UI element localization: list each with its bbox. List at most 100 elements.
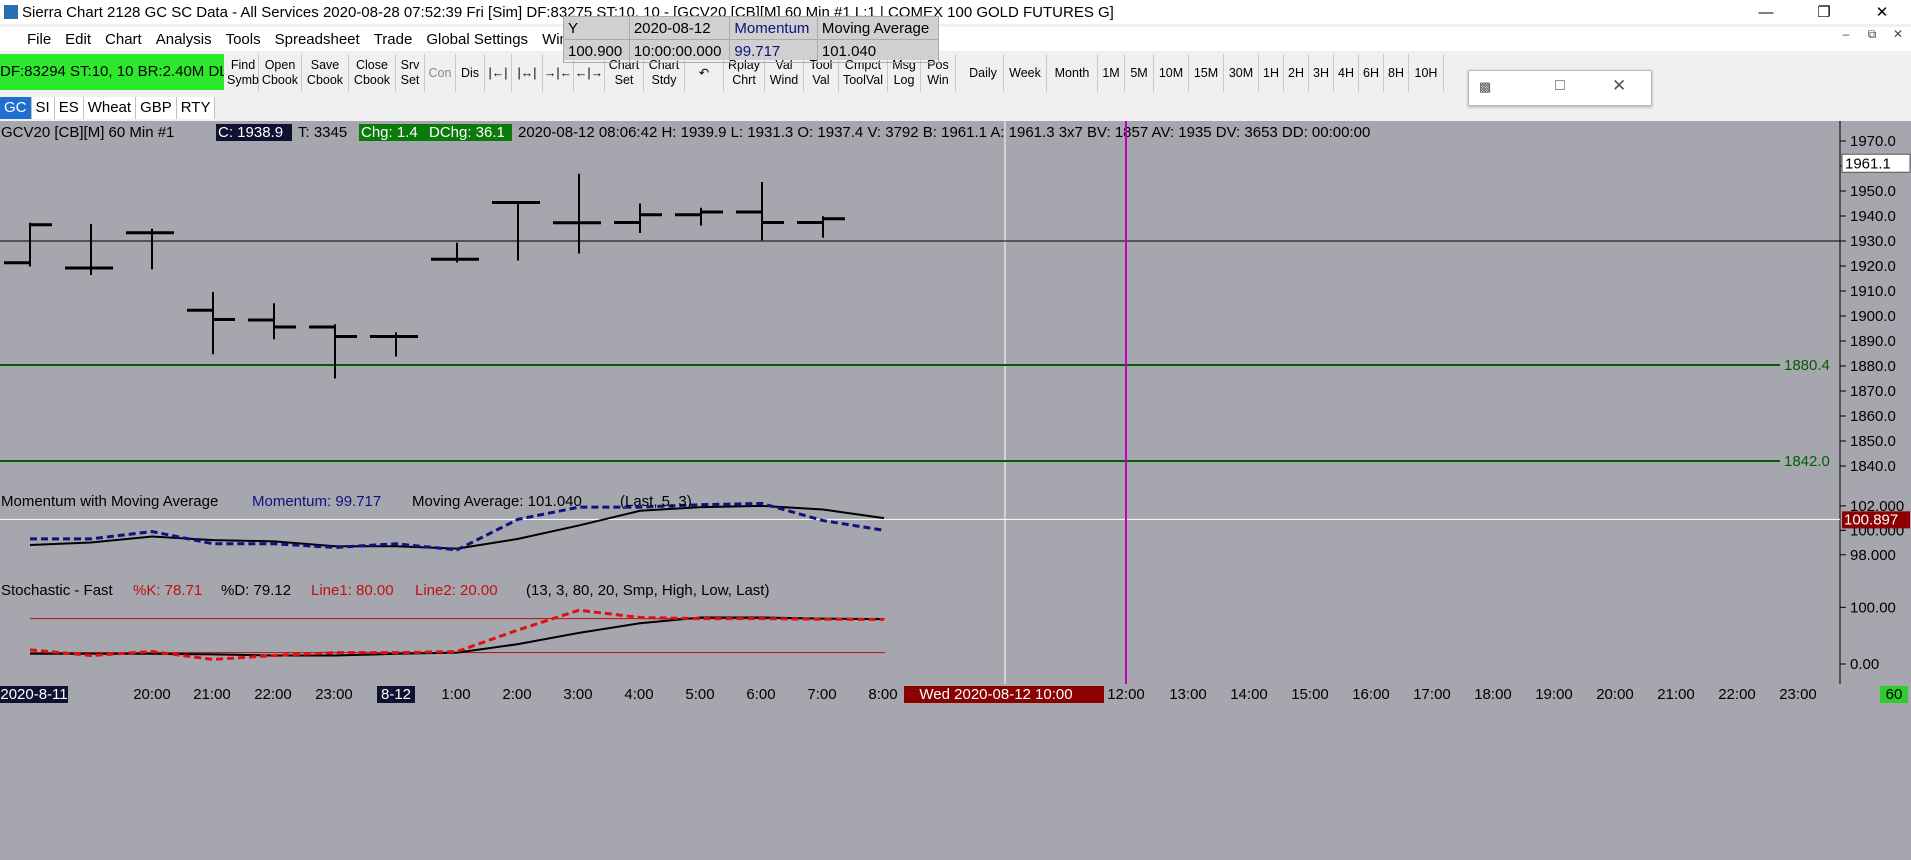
toolbar-button-label: |↔| xyxy=(517,65,537,80)
toolbar-button-label: Week xyxy=(1009,65,1041,80)
tab-es[interactable]: ES xyxy=(54,97,84,119)
restore-button[interactable]: ❐ xyxy=(1795,0,1853,24)
toolbar-button-33[interactable]: 8H xyxy=(1384,54,1409,92)
momentum-last-label: 100.897 xyxy=(1844,511,1898,528)
minimize-button[interactable]: — xyxy=(1737,0,1795,24)
toolbar-button-4[interactable]: Srv Set xyxy=(396,54,425,92)
toolbar-button-24[interactable]: 5M xyxy=(1125,54,1154,92)
toolbar-button-32[interactable]: 6H xyxy=(1359,54,1384,92)
x-tick-label: 15:00 xyxy=(1291,686,1329,703)
float-maximize-icon[interactable]: □ xyxy=(1555,77,1565,95)
x-tick-label: 8:00 xyxy=(868,686,897,703)
x-tick-label: 7:00 xyxy=(807,686,836,703)
toolbar-button-label: 10H xyxy=(1414,65,1438,80)
header-close: C: 1938.9 xyxy=(218,124,283,141)
toolbar-button-label: 1H xyxy=(1263,65,1279,80)
y-tick-label: 1910.0 xyxy=(1850,283,1896,300)
toolbar-button-label: 10M xyxy=(1158,65,1184,80)
tab-rty[interactable]: RTY xyxy=(176,97,216,119)
float-close-icon[interactable]: ✕ xyxy=(1612,76,1626,96)
toolbar-button-5[interactable]: Con xyxy=(425,54,456,92)
menu-chart[interactable]: Chart xyxy=(98,31,149,48)
toolbar-button-27[interactable]: 30M xyxy=(1224,54,1259,92)
toolbar-button-31[interactable]: 4H xyxy=(1334,54,1359,92)
x-tick-label: 19:00 xyxy=(1535,686,1573,703)
close-button[interactable]: ✕ xyxy=(1853,0,1911,24)
toolbar-button-label: 6H xyxy=(1363,65,1379,80)
momentum-legend-ma: Moving Average: 101.040 xyxy=(412,493,582,510)
toolbar-button-8[interactable]: |↔| xyxy=(512,54,543,92)
price-axis xyxy=(1840,121,1911,860)
toolbar-button-label: Open Cbook xyxy=(261,58,299,87)
menu-analysis[interactable]: Analysis xyxy=(149,31,219,48)
menu-global-settings[interactable]: Global Settings xyxy=(419,31,535,48)
toolbar-button-2[interactable]: Save Cbook xyxy=(302,54,349,92)
toolbar-button-label: 1M xyxy=(1102,65,1120,80)
toolbar-button-0[interactable]: Find Symb xyxy=(227,54,259,92)
header-dchg: DChg: 36.1 xyxy=(429,124,505,141)
y-tick-label: 1880.0 xyxy=(1850,358,1896,375)
toolbar-button-22[interactable]: Month xyxy=(1047,54,1098,92)
chart-svg[interactable]: GCV20 [CB][M] 60 Min #1 C: 1938.9 T: 334… xyxy=(0,121,1911,860)
toolbar-button-label: Find Symb xyxy=(227,58,259,87)
toolbar-button-label: Close Cbook xyxy=(353,58,391,87)
toolbar-button-34[interactable]: 10H xyxy=(1409,54,1444,92)
x-tick-label: 5:00 xyxy=(685,686,714,703)
tab-gbp[interactable]: GBP xyxy=(136,97,177,119)
toolbar-button-1[interactable]: Open Cbook xyxy=(259,54,302,92)
y-tick-label: 100.00 xyxy=(1850,599,1896,616)
x-tick-label: 23:00 xyxy=(315,686,353,703)
floating-window[interactable]: ▩ □ ✕ xyxy=(1468,70,1652,106)
x-tick-label: 22:00 xyxy=(1718,686,1756,703)
mdi-restore-icon[interactable]: ⧉ xyxy=(1859,27,1885,42)
toolbar-button-label: Srv Set xyxy=(400,58,420,87)
tooltip-momentum-value: 99.717 xyxy=(729,39,818,63)
stoch-legend-d: %D: 79.12 xyxy=(221,582,291,599)
x-tick-label: 8-12 xyxy=(381,686,411,703)
x-tick-label: 20:00 xyxy=(133,686,171,703)
toolbar-button-23[interactable]: 1M xyxy=(1098,54,1125,92)
toolbar-button-21[interactable]: Week xyxy=(1004,54,1047,92)
x-tick-label: 12:00 xyxy=(1107,686,1145,703)
menu-trade[interactable]: Trade xyxy=(367,31,420,48)
toolbar-button-label: Con xyxy=(428,65,452,80)
connection-status: DF:83294 ST:10, 10 BR:2.40M DL: xyxy=(0,54,224,90)
x-tick-label: 13:00 xyxy=(1169,686,1207,703)
y-tick-label: 1870.0 xyxy=(1850,383,1896,400)
header-ticks: T: 3345 xyxy=(298,124,347,141)
menu-file[interactable]: File xyxy=(20,31,58,48)
toolbar-button-label: ←|→ xyxy=(574,65,604,80)
toolbar-button-20[interactable]: Daily xyxy=(963,54,1004,92)
menu-spreadsheet[interactable]: Spreadsheet xyxy=(268,31,367,48)
toolbar-button-label: 4H xyxy=(1338,65,1354,80)
toolbar-button-29[interactable]: 2H xyxy=(1284,54,1309,92)
ma-line xyxy=(29,504,885,550)
toolbar-button-label: 8H xyxy=(1388,65,1404,80)
stoch-legend-name: Stochastic - Fast xyxy=(1,582,114,599)
toolbar-button-26[interactable]: 15M xyxy=(1189,54,1224,92)
toolbar-button-label: Month xyxy=(1054,65,1090,80)
toolbar-button-3[interactable]: Close Cbook xyxy=(349,54,396,92)
toolbar-button-28[interactable]: 1H xyxy=(1259,54,1284,92)
menu-edit[interactable]: Edit xyxy=(58,31,98,48)
x-tick-label: 16:00 xyxy=(1352,686,1390,703)
toolbar-button-7[interactable]: |←| xyxy=(485,54,512,92)
mdi-minimize-icon[interactable]: – xyxy=(1833,27,1859,42)
toolbar-button-6[interactable]: Dis xyxy=(456,54,485,92)
menu-tools[interactable]: Tools xyxy=(219,31,268,48)
mdi-close-icon[interactable]: ✕ xyxy=(1885,27,1911,42)
green-level-label: 1842.0 xyxy=(1784,453,1830,470)
toolbar-button-30[interactable]: 3H xyxy=(1309,54,1334,92)
y-tick-label: 1920.0 xyxy=(1850,258,1896,275)
title-bar: Sierra Chart 2128 GC SC Data - All Servi… xyxy=(0,0,1911,24)
tab-gc[interactable]: GC xyxy=(0,97,32,119)
y-tick-label: 0.00 xyxy=(1850,656,1879,673)
tab-wheat[interactable]: Wheat xyxy=(83,97,137,119)
toolbar-button-25[interactable]: 10M xyxy=(1154,54,1189,92)
x-tick-label: 4:00 xyxy=(624,686,653,703)
y-tick-label: 1930.0 xyxy=(1850,233,1896,250)
header-chg: Chg: 1.4 xyxy=(361,124,418,141)
momentum-line xyxy=(30,501,885,552)
tab-si[interactable]: SI xyxy=(31,97,55,119)
tooltip-ma-label: Moving Average xyxy=(816,16,940,40)
